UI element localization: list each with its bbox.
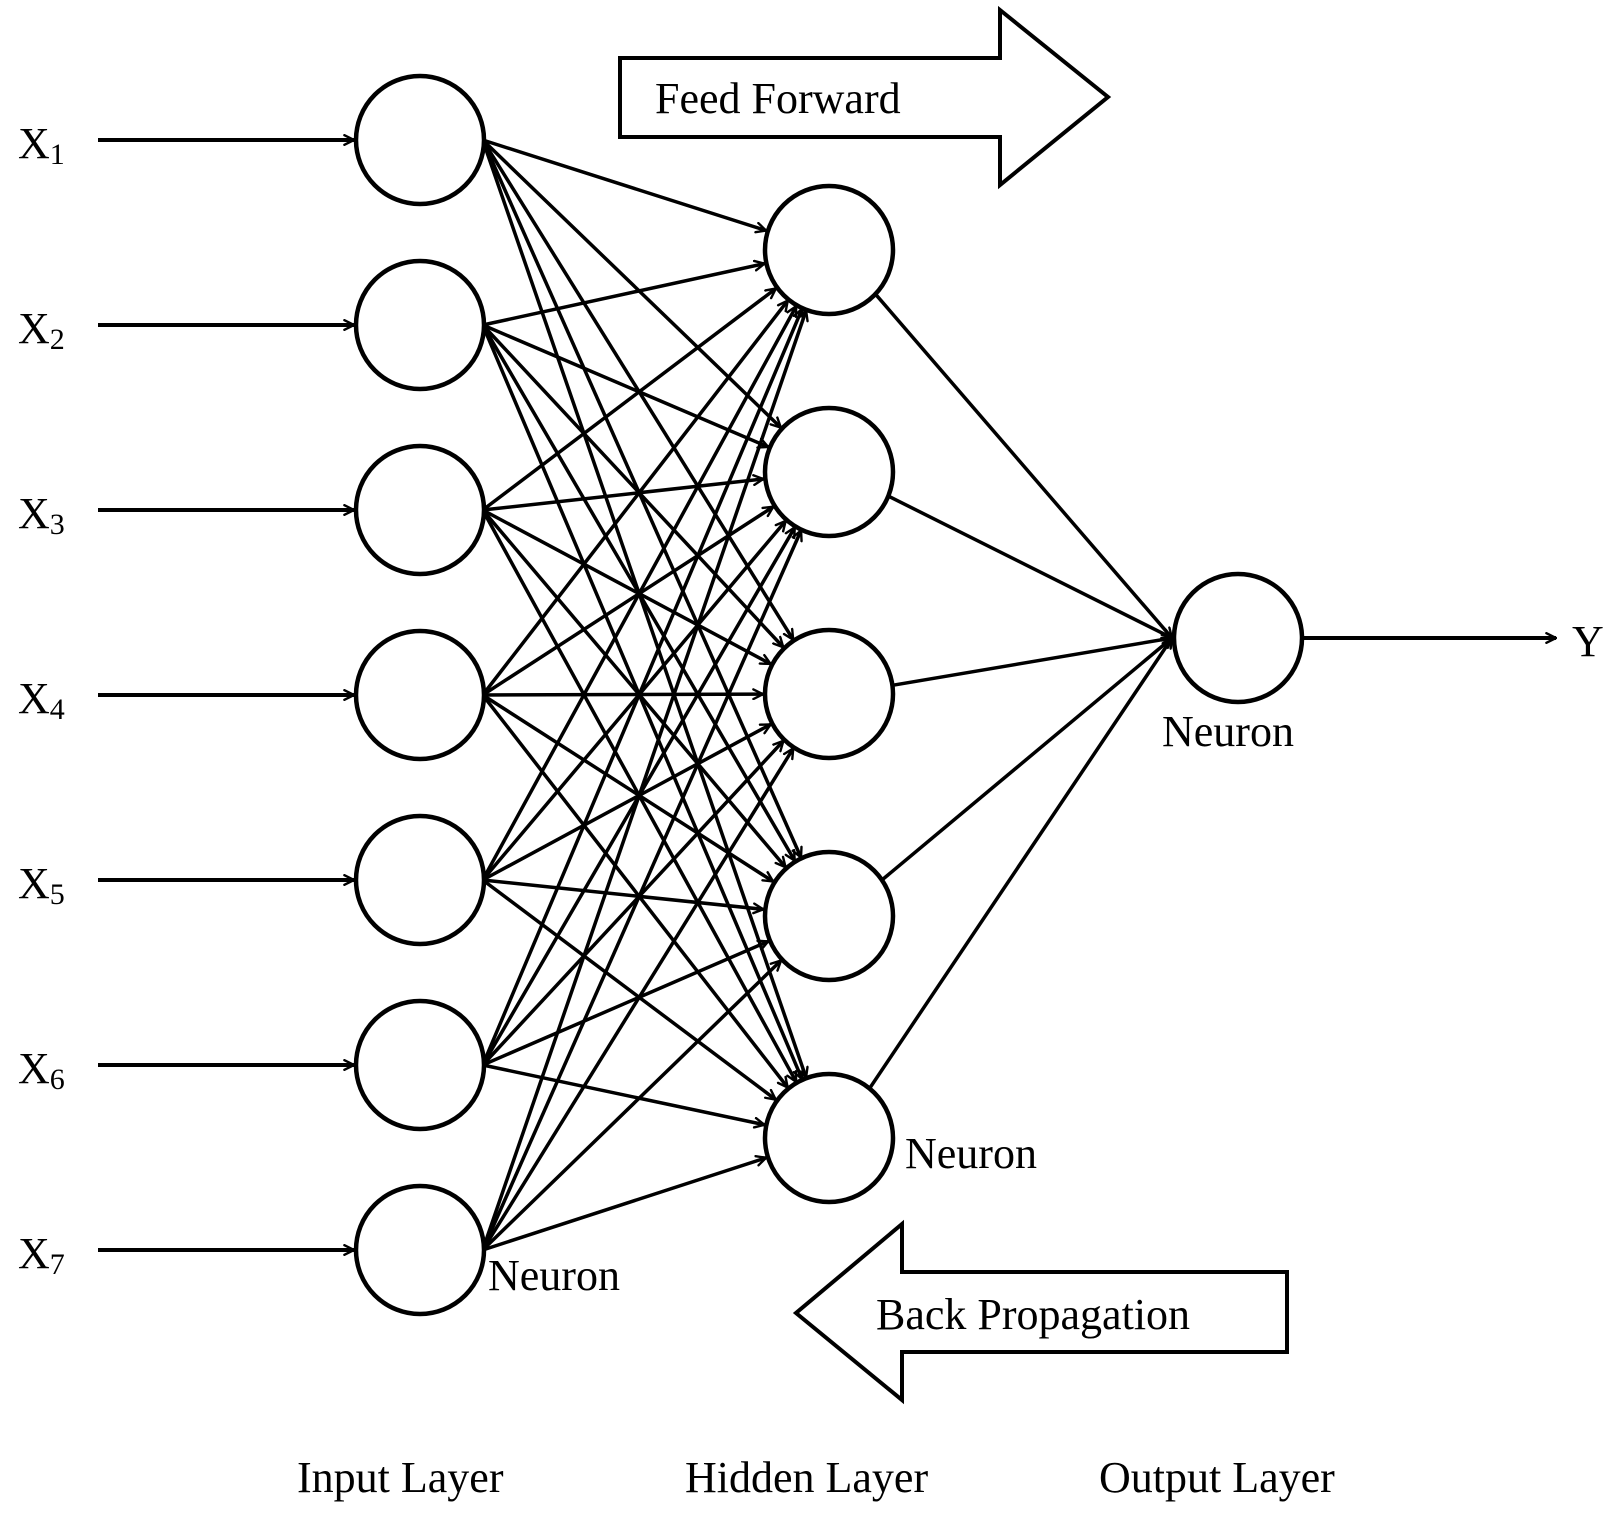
input-label-subscript: 2	[50, 323, 65, 356]
connection-input-4-hidden-3	[482, 694, 763, 695]
output-y-label: Y	[1572, 617, 1604, 666]
input-label-x7: X7	[18, 1229, 65, 1281]
input-label-x6: X6	[18, 1044, 65, 1096]
connection-hidden-2-output	[887, 494, 1172, 640]
input-label-x1: X1	[18, 119, 65, 171]
connection-hidden-1-output	[874, 292, 1172, 638]
hidden-neuron-label: Neuron	[905, 1129, 1037, 1178]
input-neuron-2	[353, 258, 487, 392]
connection-input-1-hidden-5	[481, 139, 806, 1078]
connection-input-2-hidden-5	[481, 324, 802, 1079]
input-neuron-4	[353, 628, 487, 762]
input-label-subscript: 5	[50, 878, 65, 911]
input-labels-group: X1 X2 X3 X4 X5 X6 X7	[18, 119, 65, 1281]
connection-hidden-4-output	[880, 638, 1172, 882]
connection-input-6-hidden-5	[482, 1063, 765, 1125]
connection-input-7-hidden-4	[481, 961, 781, 1252]
back-propagation-label: Back Propagation	[876, 1290, 1190, 1339]
hidden-neuron-4	[762, 849, 896, 983]
input-label-x3: X3	[18, 489, 65, 541]
neural-network-diagram: X1 X2 X3 X4 X5 X6 X7 Feed Forward Back Propaga…	[18, 5, 1604, 1502]
input-label-x2: X2	[18, 304, 65, 356]
input-neuron-1	[353, 73, 487, 207]
input-label-subscript: 1	[50, 138, 65, 171]
input-neuron-label: Neuron	[488, 1251, 620, 1300]
connection-input-1-hidden-1	[482, 138, 766, 231]
connection-input-1-hidden-2	[481, 138, 781, 428]
connection-hidden-3-output	[892, 638, 1172, 688]
input-arrows-group	[98, 140, 354, 1250]
input-neuron-5	[353, 813, 487, 947]
input-label-x5: X5	[18, 859, 65, 911]
connection-input-3-hidden-2	[482, 479, 764, 512]
hidden-neuron-2	[762, 405, 896, 539]
hidden-neuron-5	[762, 1071, 896, 1205]
feed-forward-arrow: Feed Forward	[618, 5, 1112, 190]
feed-forward-label: Feed Forward	[655, 74, 901, 123]
connection-input-7-hidden-1	[481, 311, 806, 1251]
input-label-subscript: 3	[50, 508, 65, 541]
output-layer-title: Output Layer	[1099, 1453, 1335, 1502]
input-label-subscript: 6	[50, 1063, 65, 1096]
input-neuron-7	[353, 1183, 487, 1317]
hidden-layer-title: Hidden Layer	[685, 1453, 928, 1502]
connection-input-1-hidden-4	[481, 139, 801, 858]
input-layer-title: Input Layer	[297, 1453, 504, 1502]
input-neuron-3	[353, 443, 487, 577]
connection-hidden-5-output	[868, 638, 1172, 1090]
hidden-neuron-1	[762, 183, 896, 317]
connection-input-7-hidden-2	[481, 531, 801, 1251]
input-label-subscript: 7	[50, 1248, 65, 1281]
connection-input-6-hidden-1	[481, 309, 802, 1066]
output-neuron	[1171, 571, 1305, 705]
input-label-x4: X4	[18, 674, 65, 726]
connection-input-2-hidden-1	[482, 264, 765, 327]
back-propagation-arrow: Back Propagation	[792, 1219, 1289, 1405]
input-neuron-6	[353, 998, 487, 1132]
hidden-neuron-3	[762, 627, 896, 761]
connection-input-7-hidden-5	[482, 1158, 766, 1252]
input-label-subscript: 4	[50, 693, 65, 726]
output-neuron-label: Neuron	[1162, 707, 1294, 756]
